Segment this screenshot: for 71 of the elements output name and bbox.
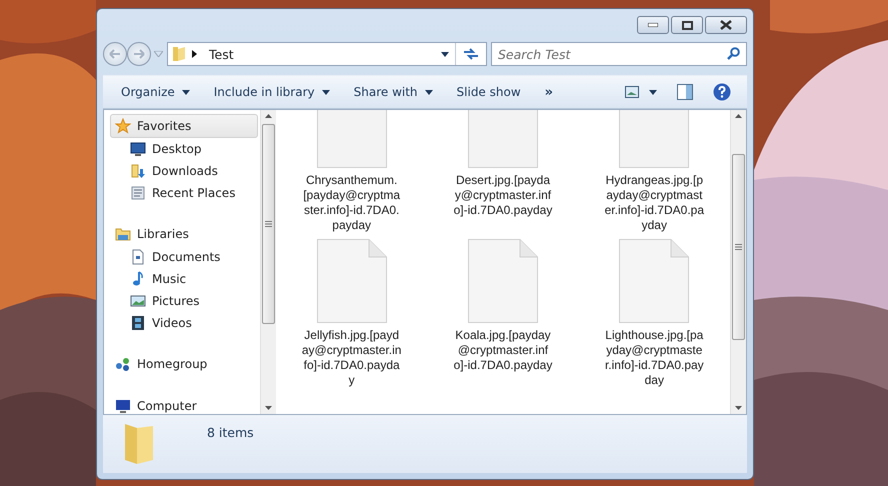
- breadcrumb-arrow-icon: [192, 50, 197, 58]
- scroll-thumb[interactable]: [262, 124, 275, 324]
- scroll-up-icon[interactable]: [265, 114, 272, 118]
- back-arrow-icon: [109, 49, 121, 59]
- file-name: Desert.jpg.[payday@cryptmaster.info]-id.7DA0.payday: [452, 173, 553, 218]
- scroll-down-icon[interactable]: [735, 406, 742, 410]
- file-name: Koala.jpg.[payday@cryptmaster.info]-id.7DA0.payday: [452, 328, 553, 373]
- navigation-item[interactable]: Music: [110, 268, 258, 290]
- scrollbar[interactable]: [730, 110, 746, 414]
- address-bar[interactable]: Test: [167, 42, 487, 66]
- blank-file-icon: [316, 239, 387, 323]
- navigation-item[interactable]: Libraries: [110, 222, 258, 246]
- scroll-thumb[interactable]: [732, 154, 745, 340]
- forward-arrow-icon: [133, 49, 145, 59]
- search-field[interactable]: Search Test: [491, 42, 747, 66]
- file-item[interactable]: Koala.jpg.[payday@cryptmaster.info]-id.7DA0.payday: [427, 233, 579, 388]
- folder-icon: [115, 226, 131, 242]
- music-note-icon: [130, 271, 146, 287]
- scroll-down-icon[interactable]: [265, 406, 272, 410]
- monitor-icon: [130, 141, 146, 157]
- computer-icon: [115, 398, 131, 414]
- file-item[interactable]: Hydrangeas.jpg.[payday@cryptmaster.info]-id.7DA0.payday: [578, 110, 730, 233]
- navigation-item[interactable]: Computer: [110, 394, 258, 414]
- file-item[interactable]: Desert.jpg.[payday@cryptmaster.info]-id.7DA0.payday: [427, 110, 579, 233]
- file-name: Lighthouse.jpg.[payday@cryptmaster.info]-id.7DA0.payday: [604, 328, 704, 388]
- minimize-button[interactable]: [637, 16, 669, 34]
- toolbar-button[interactable]: Include in library: [206, 82, 338, 102]
- network-icon: [115, 356, 131, 372]
- caret-icon: [441, 52, 449, 56]
- navigation-item[interactable]: Desktop: [110, 138, 258, 160]
- more-commands-button[interactable]: »: [536, 84, 562, 100]
- minimize-icon: [648, 23, 658, 27]
- file-item[interactable]: Lighthouse.jpg.[payday@cryptmaster.info]-id.7DA0.payday: [578, 233, 730, 388]
- scrollbar[interactable]: [260, 110, 276, 414]
- navigation-item[interactable]: Recent Places: [110, 182, 258, 204]
- navigation-item[interactable]: Videos: [110, 312, 258, 334]
- star-icon: [115, 118, 131, 134]
- navigation-item[interactable]: Downloads: [110, 160, 258, 182]
- navigation-item[interactable]: Documents: [110, 246, 258, 268]
- navigation-item[interactable]: Homegroup: [110, 352, 258, 376]
- file-item[interactable]: Chrysanthemum.[payday@cryptmaster.info]-id.7DA0.payday: [276, 110, 428, 233]
- help-icon[interactable]: [713, 83, 731, 101]
- caret-icon: [649, 90, 657, 94]
- navigation-item[interactable]: Pictures: [110, 290, 258, 312]
- blank-file-icon: [619, 239, 690, 323]
- view-icon: [625, 86, 639, 98]
- file-item[interactable]: Jellyfish.jpg.[payday@cryptmaster.info]-id.7DA0.payday: [276, 233, 428, 388]
- refresh-icon: [463, 47, 479, 61]
- close-icon: [720, 20, 732, 30]
- close-button[interactable]: [705, 16, 747, 34]
- folder-icon: [172, 46, 186, 62]
- file-name: Chrysanthemum.[payday@cryptmaster.info]-id.7DA0.payday: [302, 173, 402, 233]
- toolbar-button[interactable]: Share with: [346, 82, 441, 102]
- scroll-up-icon[interactable]: [735, 114, 742, 118]
- item-count: 8 items: [207, 425, 254, 440]
- document-icon: [130, 249, 146, 265]
- recent-places-icon: [130, 185, 146, 201]
- blank-file-icon: [468, 239, 538, 323]
- toolbar-button[interactable]: Slide show: [448, 82, 529, 102]
- preview-pane-icon[interactable]: [677, 84, 693, 100]
- picture-icon: [130, 293, 146, 309]
- toolbar-button[interactable]: Organize: [113, 82, 198, 102]
- file-name: Jellyfish.jpg.[payday@cryptmaster.info]-id.7DA0.payday: [302, 328, 402, 388]
- breadcrumb[interactable]: Test: [209, 46, 234, 62]
- film-icon: [130, 315, 146, 331]
- download-folder-icon: [130, 163, 146, 179]
- navigation-item[interactable]: Favorites: [110, 114, 258, 138]
- file-name: Hydrangeas.jpg.[payday@cryptmaster.info]-id.7DA0.payday: [604, 173, 704, 233]
- maximize-icon: [682, 20, 692, 30]
- maximize-button[interactable]: [671, 16, 703, 34]
- search-icon: [727, 47, 740, 60]
